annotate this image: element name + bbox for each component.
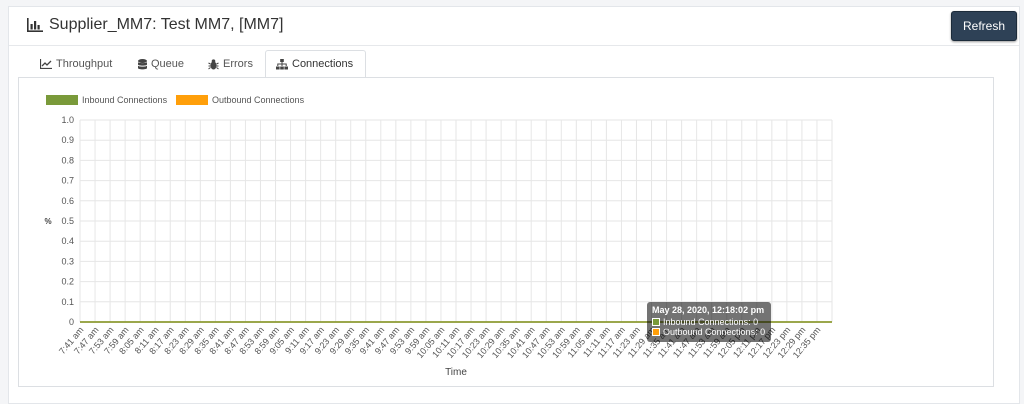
- y-tick-label: 0.5: [61, 216, 74, 226]
- y-tick-label: 0.8: [61, 155, 74, 165]
- y-tick-label: 0.3: [61, 256, 74, 266]
- y-tick-label: 0.1: [61, 297, 74, 307]
- y-tick-label: 0.4: [61, 236, 74, 246]
- tooltip-text-inbound: Inbound Connections: 0: [663, 317, 759, 327]
- tooltip-swatch-outbound: [652, 328, 660, 336]
- tooltip-text-outbound: Outbound Connections: 0: [663, 327, 766, 337]
- y-tick-label: 0.2: [61, 277, 74, 287]
- tooltip-title: May 28, 2020, 12:18:02 pm: [652, 305, 765, 315]
- tooltip-row-outbound: Outbound Connections: 0: [652, 327, 766, 337]
- chart-tooltip: May 28, 2020, 12:18:02 pm Inbound Connec…: [647, 302, 771, 342]
- y-axis-label: %: [44, 217, 51, 226]
- tooltip-row-inbound: Inbound Connections: 0: [652, 317, 766, 327]
- tooltip-swatch-inbound: [652, 318, 660, 326]
- connections-chart: 00.10.20.30.40.50.60.70.80.91.07:41 am7:…: [44, 115, 833, 378]
- y-tick-label: 0: [69, 317, 74, 327]
- y-tick-label: 0.9: [61, 135, 74, 145]
- y-tick-label: 0.6: [61, 196, 74, 206]
- y-tick-label: 1.0: [61, 115, 74, 125]
- x-axis-label: Time: [445, 367, 467, 378]
- y-tick-label: 0.7: [61, 176, 74, 186]
